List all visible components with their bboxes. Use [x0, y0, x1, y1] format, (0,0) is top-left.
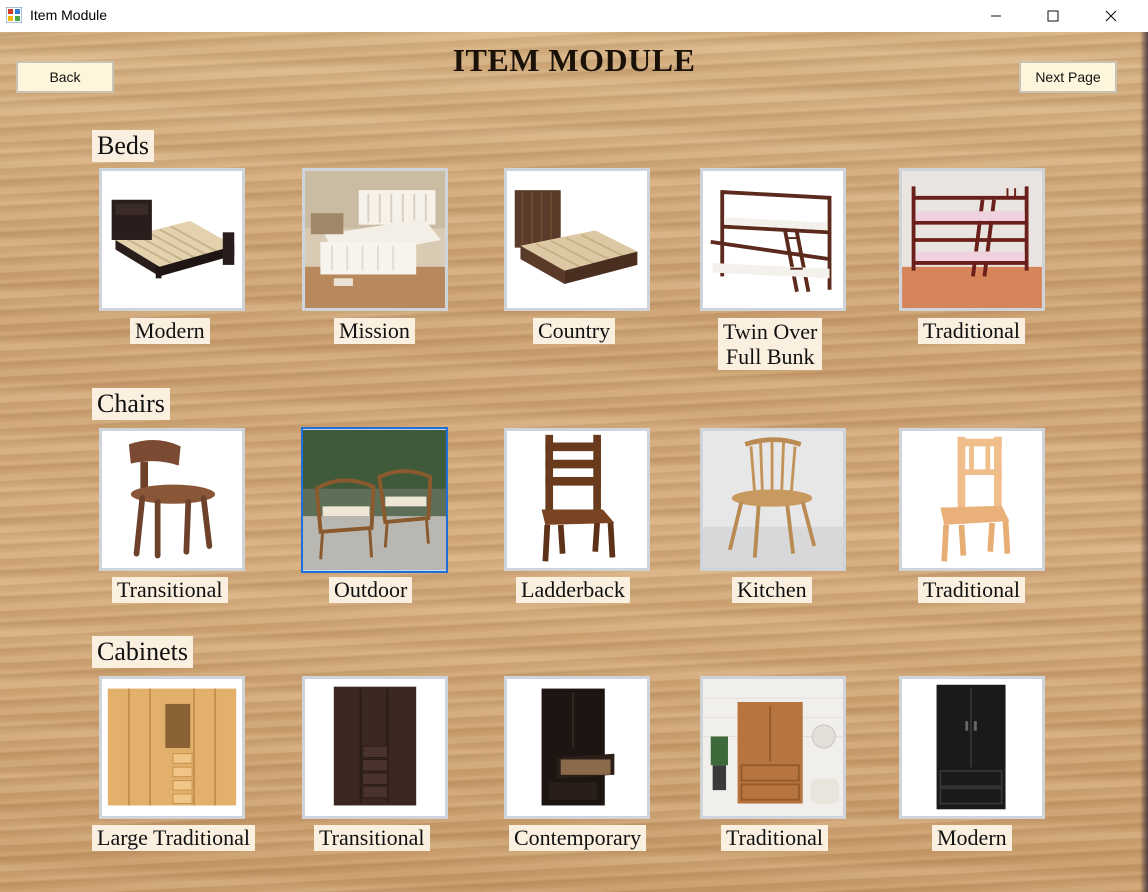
caption-line-2: Full Bunk — [725, 344, 815, 369]
traditional-bunk-bed-image[interactable] — [899, 168, 1045, 311]
country-bed-image[interactable] — [504, 168, 650, 311]
back-button[interactable]: Back — [16, 61, 114, 93]
transitional-cabinet-image[interactable] — [302, 676, 448, 819]
caption-kitchen-chair: Kitchen — [732, 577, 812, 603]
large-traditional-cabinet-image[interactable] — [99, 676, 245, 819]
minimize-icon — [991, 15, 1001, 17]
window-title: Item Module — [30, 7, 108, 23]
caption-traditional-cabinet: Traditional — [721, 825, 828, 851]
caption-line-1: Twin Over — [723, 319, 818, 344]
contemporary-cabinet-image[interactable] — [504, 676, 650, 819]
caption-ladderback-chair: Ladderback — [516, 577, 630, 603]
outdoor-chair-image[interactable] — [301, 427, 448, 573]
caption-contemporary-cabinet: Contemporary — [509, 825, 647, 851]
caption-traditional-chair: Traditional — [918, 577, 1025, 603]
modern-bed-image[interactable] — [99, 168, 245, 311]
section-label-cabinets: Cabinets — [92, 636, 193, 668]
maximize-icon — [1047, 10, 1059, 22]
traditional-cabinet-image[interactable] — [700, 676, 846, 819]
caption-mission-bed: Mission — [334, 318, 415, 344]
maximize-button[interactable] — [1024, 0, 1082, 32]
mission-bed-image[interactable] — [302, 168, 448, 311]
close-button[interactable] — [1082, 0, 1140, 32]
ladderback-chair-image[interactable] — [504, 428, 650, 571]
next-page-button[interactable]: Next Page — [1019, 61, 1117, 93]
traditional-chair-image[interactable] — [899, 428, 1045, 571]
modern-cabinet-image[interactable] — [899, 676, 1045, 819]
minimize-button[interactable] — [967, 0, 1025, 32]
caption-transitional-cabinet: Transitional — [314, 825, 430, 851]
window-titlebar: Item Module — [0, 0, 1148, 32]
caption-country-bed: Country — [533, 318, 616, 344]
caption-twin-over-full-bunk: Twin Over Full Bunk — [718, 318, 823, 370]
page-title: ITEM MODULE — [452, 42, 696, 78]
caption-modern-cabinet: Modern — [932, 825, 1012, 851]
caption-outdoor-chair: Outdoor — [329, 577, 413, 603]
transitional-chair-image[interactable] — [99, 428, 245, 571]
caption-modern-bed: Modern — [130, 318, 210, 344]
window-edge — [1140, 32, 1148, 892]
twin-over-full-bunk-bed-image[interactable] — [700, 168, 846, 311]
app-icon — [6, 7, 22, 23]
section-label-chairs: Chairs — [92, 388, 170, 420]
caption-large-traditional-cabinet: Large Traditional — [92, 825, 255, 851]
close-icon — [1105, 10, 1117, 22]
caption-traditional-bed: Traditional — [918, 318, 1025, 344]
caption-transitional-chair: Transitional — [112, 577, 228, 603]
section-label-beds: Beds — [92, 130, 154, 162]
kitchen-chair-image[interactable] — [700, 428, 846, 571]
